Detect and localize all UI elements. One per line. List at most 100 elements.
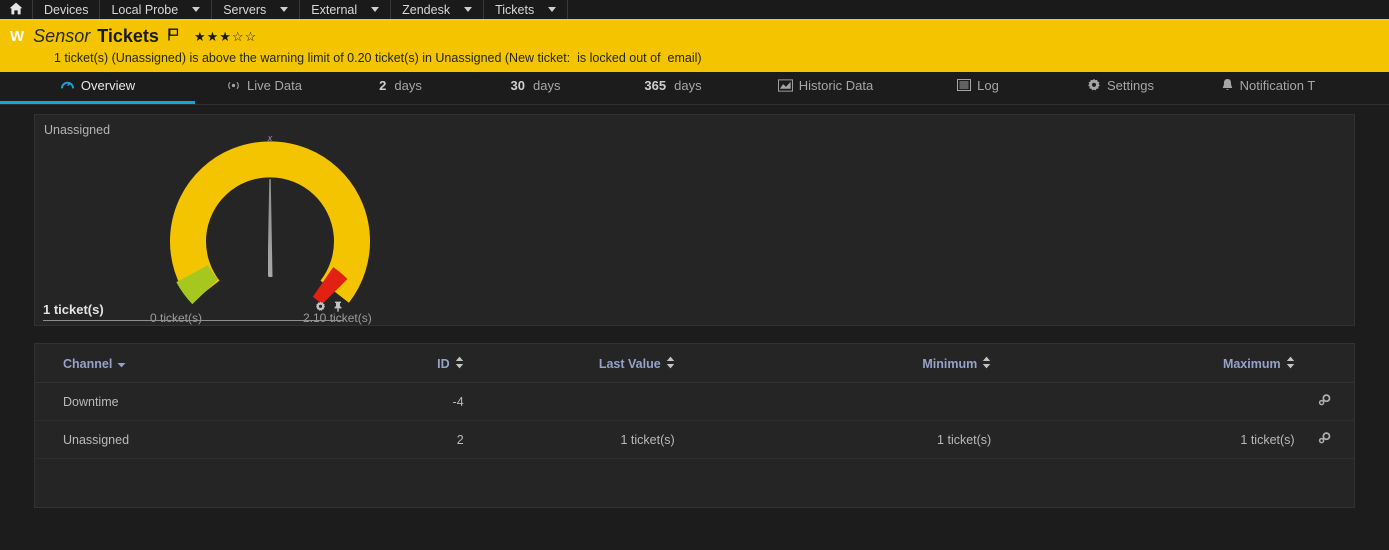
warning-status-badge: W [10,27,25,45]
nav-item-label: Tickets [495,2,535,17]
tab-log[interactable]: Log [908,72,1048,104]
tab-2-days[interactable]: 2 days [333,72,468,104]
column-label: ID [437,357,450,371]
cell-maximum [991,382,1295,421]
warning-message-part2: is locked out of [577,51,661,65]
star-filled-icon[interactable]: ★ [207,30,219,43]
chevron-down-icon[interactable] [464,7,473,12]
cell-channel: Downtime [35,382,359,421]
sort-desc-icon[interactable] [117,357,126,371]
gauge-channel-label: Unassigned [44,123,111,137]
tab-label: Log [977,77,999,93]
tab-days-count: 2 [379,77,387,93]
column-header-channel[interactable]: Channel [35,344,359,383]
tab-label: Settings [1107,77,1154,93]
table-row[interactable]: Downtime -4 [35,382,1354,421]
tab-settings[interactable]: Settings [1048,72,1193,104]
tab-label: days [533,77,561,93]
column-label: Channel [63,357,113,371]
cell-actions[interactable] [1294,382,1354,421]
cell-maximum: 1 ticket(s) [991,420,1295,459]
column-header-id[interactable]: ID [358,344,464,383]
sort-both-icon[interactable] [666,356,675,372]
tab-notification-triggers[interactable]: Notification T [1193,72,1343,104]
sort-both-icon[interactable] [455,356,464,372]
cell-last-value: 1 ticket(s) [463,420,675,459]
table-header-row: Channel ID Last Value Minimum Maximum [35,344,1354,383]
nav-item-devices[interactable]: Devices [33,0,101,19]
nav-item-tickets[interactable]: Tickets [484,0,569,19]
cell-actions[interactable] [1294,420,1354,459]
star-filled-icon[interactable]: ★ [219,30,231,43]
cell-id: 2 [358,420,464,459]
priority-stars[interactable]: ★ ★ ★ ☆ ☆ [194,30,256,43]
column-label: Maximum [1222,357,1281,371]
tab-label: Overview [80,77,136,93]
cell-id: -4 [358,382,464,421]
tab-days-count: 30 [510,77,525,93]
gauge-panel: Unassigned x 0 ticket(s) 2.10 ticket(s) … [34,114,1355,326]
sort-both-icon[interactable] [982,356,991,372]
warning-message-part1: 1 ticket(s) (Unassigned) is above the wa… [54,51,571,65]
bell-icon [1221,78,1234,92]
nav-item-label: Servers [223,2,267,17]
nav-item-local-probe[interactable]: Local Probe [100,0,213,19]
nav-item-servers[interactable]: Servers [212,0,301,19]
page-title: Tickets [97,25,159,46]
chevron-down-icon[interactable] [548,7,557,12]
tab-label: Notification T [1239,77,1316,93]
tab-live-data[interactable]: Live Data [195,72,333,104]
sensor-tab-bar: Overview Live Data 2 days 30 days 365 da… [0,72,1389,105]
column-label: Minimum [922,357,978,371]
gauge-widget[interactable]: x 0 ticket(s) 2.10 ticket(s) [150,125,385,325]
gears-icon[interactable] [1317,394,1332,410]
gauge-icon [60,78,75,93]
tab-historic-data[interactable]: Historic Data [743,72,908,104]
tab-days-count: 365 [644,77,667,93]
chevron-down-icon[interactable] [192,7,201,12]
chevron-down-icon[interactable] [371,7,380,12]
chevron-down-icon[interactable] [280,7,289,12]
gears-icon[interactable] [1317,432,1332,448]
star-empty-icon[interactable]: ☆ [232,30,244,43]
sensor-warning-banner: W Sensor Tickets ★ ★ ★ ☆ ☆ 1 ticket(s) (… [0,21,1389,72]
top-navigation-bar: Devices Local Probe Servers External Zen… [0,0,1389,21]
column-header-last-value[interactable]: Last Value [463,344,675,383]
cell-minimum: 1 ticket(s) [674,420,992,459]
nav-item-zendesk[interactable]: Zendesk [391,0,485,19]
column-header-maximum[interactable]: Maximum [991,344,1295,383]
tab-label: Live Data [247,77,302,93]
gauge-footer: 1 ticket(s) [43,299,343,321]
sensor-title-group: W Sensor Tickets ★ ★ ★ ☆ ☆ [10,25,256,47]
cell-channel: Unassigned [35,420,359,459]
nav-item-label: Zendesk [402,2,451,17]
gauge-needle-marker: x [267,133,273,143]
pin-icon[interactable] [333,299,343,317]
tab-label: Historic Data [798,77,874,93]
star-filled-icon[interactable]: ★ [194,30,206,43]
tab-365-days[interactable]: 365 days [603,72,743,104]
table-row[interactable]: Unassigned 2 1 ticket(s) 1 ticket(s) 1 t… [35,420,1354,459]
column-header-actions [1294,344,1354,383]
channels-table: Channel ID Last Value Minimum Maximum Do… [35,344,1354,459]
tab-label: days [674,77,702,93]
object-type-label: Sensor [33,25,91,46]
tab-label: days [394,77,422,93]
channels-table-body: Downtime -4 Unassigned 2 1 ticket(s) 1 t… [35,382,1354,459]
tab-overview[interactable]: Overview [0,72,195,104]
nav-item-label: Local Probe [111,2,179,17]
cell-minimum [674,382,992,421]
column-header-minimum[interactable]: Minimum [674,344,992,383]
nav-item-external[interactable]: External [300,0,392,19]
log-icon [957,79,972,91]
chart-icon [777,78,793,92]
cell-last-value [463,382,675,421]
tab-30-days[interactable]: 30 days [468,72,603,104]
sort-both-icon[interactable] [1286,356,1295,372]
warning-message: 1 ticket(s) (Unassigned) is above the wa… [54,51,702,65]
gear-icon [1087,78,1101,92]
gear-icon[interactable] [315,299,326,317]
star-empty-icon[interactable]: ☆ [245,30,257,43]
flag-icon[interactable] [168,25,179,47]
nav-home-button[interactable] [0,0,33,19]
